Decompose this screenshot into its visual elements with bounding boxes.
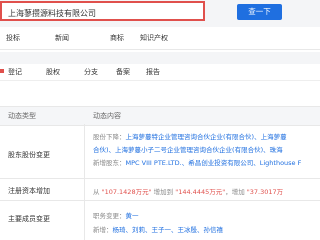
nav-item-bids[interactable]: 投标 bbox=[6, 33, 20, 43]
row-line: 新增股东：MPC VIII PTE.LTD.、希昌创业投资有限公司、Lighth… bbox=[93, 159, 302, 167]
nav-item-ip[interactable]: 知识产权 bbox=[140, 33, 168, 43]
column-divider bbox=[84, 124, 85, 240]
search-input[interactable]: 上海蓼攒源料技有限公司 bbox=[0, 1, 205, 21]
row-line: 合伙)、上海萝蔓小子二号企业管理咨询合伙企业(有限合伙)、珠海 bbox=[93, 144, 283, 154]
row-type-shareholder: 股东股份变更 bbox=[8, 151, 50, 159]
member-links[interactable]: 杨琦、刘莉、王子一、王冰殷、孙信禧 bbox=[113, 226, 224, 234]
company-links[interactable]: 合伙)、上海萝蔓小子二号企业管理咨询合伙企业(有限合伙)、珠海 bbox=[93, 146, 283, 154]
row-line: 职务变更：黄一 bbox=[93, 212, 139, 220]
row-divider bbox=[0, 178, 320, 179]
nav-item-news[interactable]: 新闻 bbox=[55, 33, 69, 43]
table-header-content: 动态内容 bbox=[93, 112, 121, 120]
table-header-type: 动态类型 bbox=[8, 112, 36, 120]
row-line: 股份下降：上海萝蔓特企业管理咨询合伙企业(有限合伙)、上海萝蔓 bbox=[93, 133, 287, 141]
row-divider bbox=[0, 200, 320, 201]
nav-divider-band bbox=[0, 52, 320, 64]
tab-register[interactable]: 登记 bbox=[8, 67, 22, 77]
row-type-capital: 注册资本增加 bbox=[8, 187, 50, 195]
row-line: 新增：杨琦、刘莉、王子一、王冰殷、孙信禧 bbox=[93, 226, 224, 234]
tab-filing[interactable]: 备案 bbox=[116, 67, 130, 77]
row-type-members: 主要成员变更 bbox=[8, 215, 50, 223]
search-button[interactable]: 查一下 bbox=[237, 4, 282, 20]
row-line: 从 "107.1428万元" 增加到 "144.4445万元"，增加 "37.3… bbox=[93, 188, 284, 196]
company-links[interactable]: 上海萝蔓特企业管理咨询合伙企业(有限合伙)、上海萝蔓 bbox=[126, 133, 287, 141]
tab-marker-icon bbox=[0, 69, 4, 73]
company-links[interactable]: MPC VIII PTE.LTD.、希昌创业投资有限公司、Lighthouse … bbox=[126, 159, 302, 167]
member-link[interactable]: 黄一 bbox=[126, 212, 139, 220]
tab-equity[interactable]: 股权 bbox=[46, 67, 60, 77]
tab-branch[interactable]: 分支 bbox=[84, 67, 98, 77]
search-query-text: 上海蓼攒源料技有限公司 bbox=[8, 9, 96, 18]
tab-report[interactable]: 报告 bbox=[146, 67, 160, 77]
nav-item-trademark[interactable]: 商标 bbox=[110, 33, 124, 43]
table-header bbox=[0, 106, 320, 126]
